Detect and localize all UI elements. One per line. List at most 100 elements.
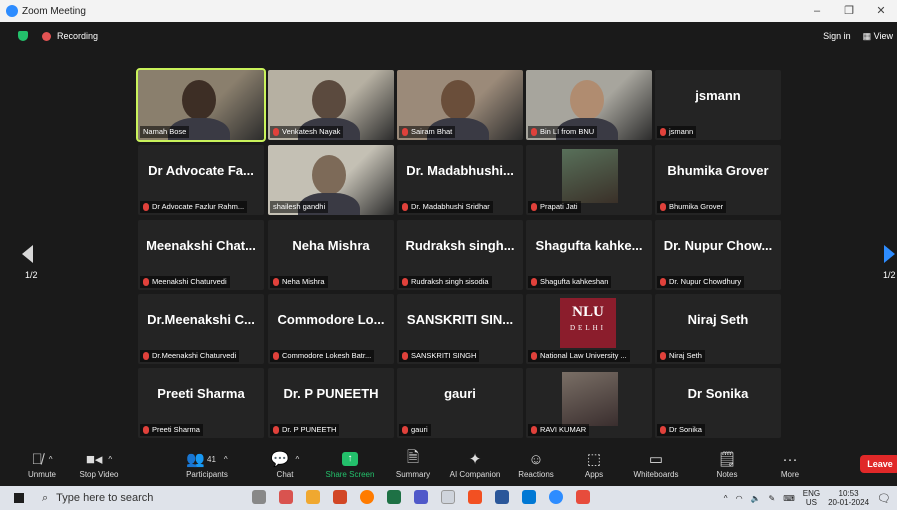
apps-button[interactable]: ⬚ Apps — [580, 448, 608, 479]
view-button[interactable]: ▦ View — [863, 31, 893, 42]
muted-mic-icon — [402, 203, 408, 211]
word-icon[interactable] — [495, 490, 509, 504]
participant-tile[interactable]: Shagufta kahke... Shagufta kahkeshan — [526, 220, 652, 290]
participant-name: Namah Bose — [143, 127, 187, 136]
close-button[interactable]: ✕ — [865, 0, 897, 22]
muted-mic-icon — [273, 128, 279, 136]
participant-name-label: Preeti Sharma — [140, 424, 203, 436]
more-button[interactable]: ··· More — [776, 448, 804, 480]
share-screen-button[interactable]: ↑ Share Screen — [322, 448, 378, 479]
participant-name-label: RAVI KUMAR — [528, 424, 590, 436]
network-icon[interactable]: ◠ — [736, 494, 743, 503]
windows-start-icon[interactable] — [14, 493, 24, 503]
zoom-taskbar-icon[interactable] — [549, 490, 563, 504]
next-page-arrow-icon[interactable] — [884, 245, 895, 263]
leave-button[interactable]: Leave — [860, 455, 897, 473]
muted-mic-icon — [143, 203, 149, 211]
chevron-up-icon[interactable]: ^ — [224, 455, 228, 464]
chevron-up-icon[interactable]: ^ — [724, 494, 728, 503]
recording-label[interactable]: Recording — [57, 31, 98, 41]
whiteboards-button[interactable]: ▭ Whiteboards — [630, 448, 682, 479]
participant-tile[interactable]: Dr Sonika Dr Sonika — [655, 368, 781, 438]
participant-display-name: Bhumika Grover — [667, 163, 769, 178]
participant-tile[interactable]: Rudraksh singh... Rudraksh singh sisodia — [397, 220, 523, 290]
participant-tile[interactable]: SANSKRITI SIN... SANSKRITI SINGH — [397, 294, 523, 364]
teams-icon[interactable] — [414, 490, 428, 504]
participant-tile[interactable]: Prapati Jati — [526, 145, 652, 215]
muted-mic-icon — [273, 278, 279, 286]
pinwheel-app-icon[interactable] — [576, 490, 590, 504]
muted-mic-icon — [402, 352, 408, 360]
participant-tile[interactable]: Dr Advocate Fa... Dr Advocate Fazlur Rahm… — [138, 145, 264, 215]
participant-name: Bin LI from BNU — [540, 127, 595, 136]
participant-name-label: Neha Mishra — [270, 276, 328, 288]
participant-tile[interactable]: Preeti Sharma Preeti Sharma — [138, 368, 264, 438]
participant-display-name: Niraj Seth — [687, 312, 749, 327]
firefox-icon[interactable] — [360, 490, 374, 504]
powerpoint-icon[interactable] — [333, 490, 347, 504]
unmute-button[interactable]: 🎙̸ ^ Unmute — [22, 448, 62, 480]
stop-video-button[interactable]: ■◂ ^ Stop Video — [74, 448, 124, 479]
reactions-button[interactable]: ☺ Reactions — [514, 448, 558, 480]
more-dots-icon: ··· — [782, 450, 798, 468]
language-indicator[interactable]: ENG US — [803, 489, 820, 507]
taskbar-search[interactable]: ⌕ Type here to search — [42, 492, 222, 505]
participant-tile[interactable]: shailesh gandhi — [268, 145, 394, 215]
brave-icon[interactable] — [468, 490, 482, 504]
participant-tile[interactable]: NLU DELHI National Law University ... — [526, 294, 652, 364]
participant-display-name: Dr. Madabhushi... — [406, 163, 514, 178]
participant-tile[interactable]: Sairam Bhat — [397, 70, 523, 140]
chevron-up-icon[interactable]: ^ — [295, 455, 299, 464]
pen-icon[interactable]: ✎ — [769, 494, 776, 503]
participant-tile[interactable]: Commodore Lo... Commodore Lokesh Batr... — [268, 294, 394, 364]
excel-icon[interactable] — [387, 490, 401, 504]
participant-tile[interactable]: jsmann jsmann — [655, 70, 781, 140]
participant-tile[interactable]: Dr.Meenakshi C... Dr.Meenakshi Chaturvedi — [138, 294, 264, 364]
sparkle-icon: ✦ — [468, 451, 482, 468]
minimize-button[interactable]: – — [801, 0, 833, 22]
mail-app-icon[interactable] — [279, 490, 293, 504]
previous-page-arrow-icon[interactable] — [22, 245, 33, 263]
maximize-button[interactable]: ❐ — [833, 0, 865, 22]
photos-icon[interactable] — [441, 490, 455, 504]
participant-tile[interactable]: Venkatesh Nayak — [268, 70, 394, 140]
security-shield-icon[interactable] — [18, 31, 28, 41]
keyboard-icon[interactable]: ⌨ — [783, 494, 795, 503]
muted-mic-icon — [143, 352, 149, 360]
notifications-icon[interactable]: 🗨 — [877, 492, 891, 505]
chevron-up-icon[interactable]: ^ — [49, 455, 53, 464]
participant-name: Venkatesh Nayak — [282, 127, 341, 136]
participant-tile[interactable]: gauri gauri — [397, 368, 523, 438]
participants-button[interactable]: 👥 41 ^ Participants — [180, 448, 234, 479]
participant-tile[interactable]: Bin LI from BNU — [526, 70, 652, 140]
muted-mic-icon — [273, 426, 279, 434]
profile-photo — [562, 372, 618, 426]
muted-mic-icon — [660, 352, 666, 360]
participant-name-label: Venkatesh Nayak — [270, 126, 344, 138]
participant-tile[interactable]: Neha Mishra Neha Mishra — [268, 220, 394, 290]
notes-button[interactable]: 🗒 Notes — [710, 448, 744, 479]
summary-button[interactable]: 🗎 Summary — [392, 448, 434, 480]
participant-tile[interactable]: Dr. Nupur Chow... Dr. Nupur Chowdhury — [655, 220, 781, 290]
profile-photo — [562, 149, 618, 203]
participant-display-name: gauri — [444, 386, 476, 401]
participant-tile[interactable]: Niraj Seth Niraj Seth — [655, 294, 781, 364]
participant-tile[interactable]: RAVI KUMAR — [526, 368, 652, 438]
task-view-icon[interactable] — [252, 490, 266, 504]
clock[interactable]: 10:53 20-01-2024 — [828, 489, 869, 507]
sign-in-link[interactable]: Sign in — [823, 31, 851, 41]
participant-tile[interactable]: Meenakshi Chat... Meenakshi Chaturvedi — [138, 220, 264, 290]
file-explorer-icon[interactable] — [306, 490, 320, 504]
chevron-up-icon[interactable]: ^ — [108, 455, 112, 464]
chat-button[interactable]: 💬 ^ Chat — [268, 448, 302, 479]
outlook-icon[interactable] — [522, 490, 536, 504]
ai-companion-button[interactable]: ✦ AI Companion — [444, 448, 506, 479]
speaker-icon[interactable]: 🔈 — [751, 494, 761, 503]
participant-tile[interactable]: Dr. P PUNEETH Dr. P PUNEETH — [268, 368, 394, 438]
participant-tile[interactable]: Namah Bose — [136, 68, 266, 142]
whiteboard-icon: ▭ — [648, 451, 664, 468]
summary-icon: 🗎 — [406, 448, 420, 466]
participant-tile[interactable]: Dr. Madabhushi... Dr. Madabhushi Sridhar — [397, 145, 523, 215]
participant-name-label: Sairam Bhat — [399, 126, 456, 138]
participant-tile[interactable]: Bhumika Grover Bhumika Grover — [655, 145, 781, 215]
